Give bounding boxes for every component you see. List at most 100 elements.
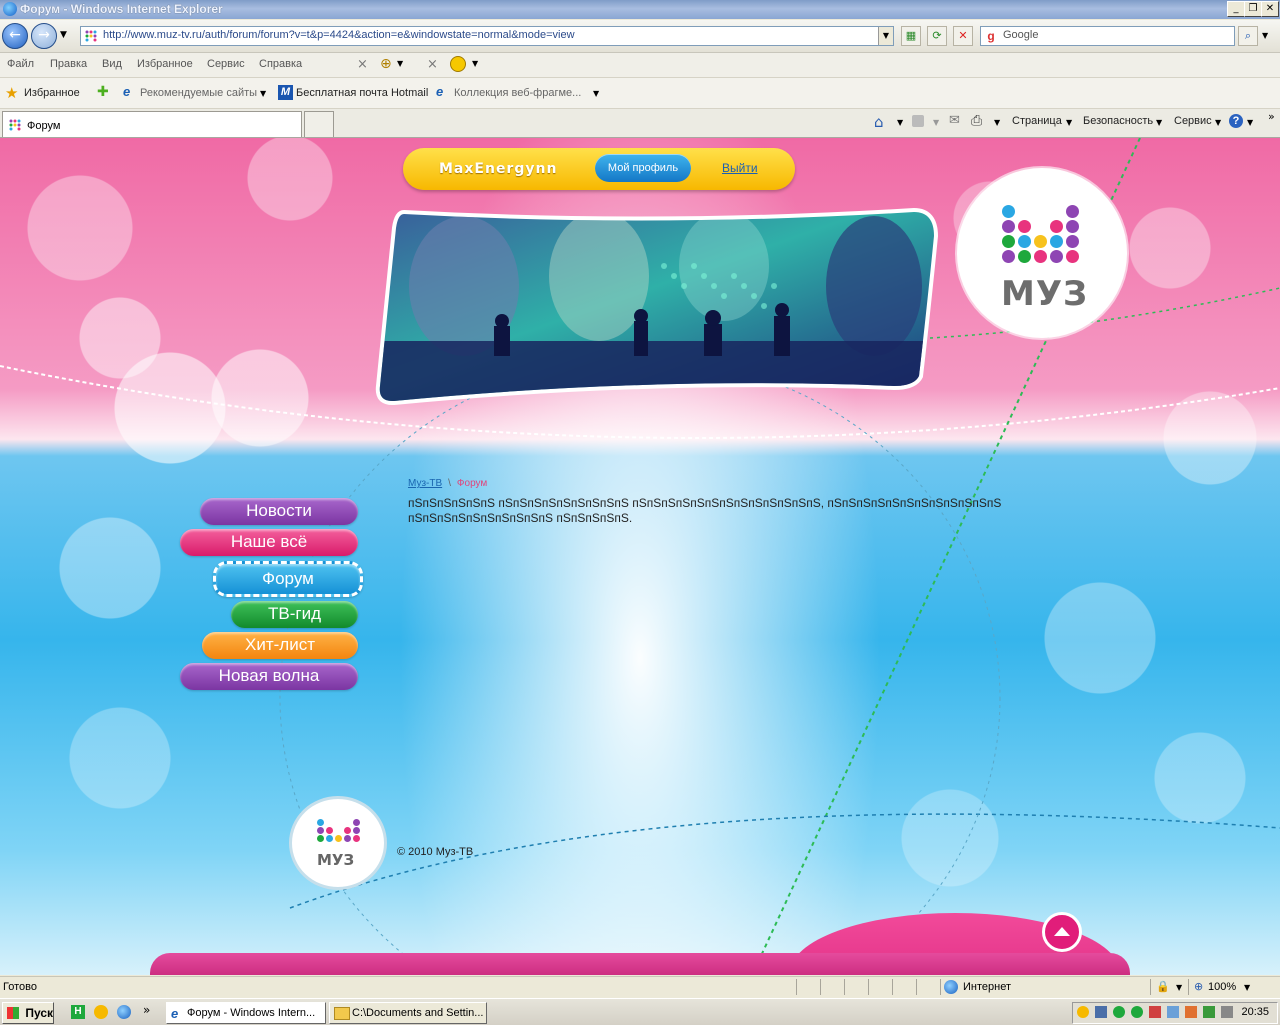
print-icon[interactable]: ⎙: [971, 113, 982, 129]
tray-icon[interactable]: [1203, 1006, 1215, 1018]
search-options-icon[interactable]: ▼: [1262, 31, 1268, 40]
feeds-icon[interactable]: [912, 115, 924, 127]
chevron-down-icon[interactable]: ▼: [1215, 118, 1221, 127]
breadcrumb-home-link[interactable]: Муз-ТВ: [408, 478, 442, 489]
globe-icon[interactable]: ⊕: [380, 56, 392, 72]
nav-hit-list[interactable]: Хит-лист: [202, 632, 358, 659]
search-icon[interactable]: ⌕: [1238, 26, 1258, 46]
chevron-down-icon[interactable]: ▼: [897, 118, 903, 127]
forward-button[interactable]: →: [31, 23, 57, 49]
menu-file[interactable]: Файл: [7, 58, 34, 70]
chevron-down-icon[interactable]: ▼: [260, 89, 266, 98]
breadcrumb-current: Форум: [456, 478, 488, 489]
mail-icon[interactable]: ✉: [949, 113, 960, 128]
menu-favorites[interactable]: Избранное: [137, 58, 193, 70]
footer-logo[interactable]: МУЗ: [289, 796, 387, 890]
nav-tv-guide[interactable]: ТВ-гид: [231, 601, 358, 628]
start-button[interactable]: Пуск: [2, 1002, 54, 1024]
new-tab-button[interactable]: [304, 111, 334, 137]
logo-dot: [1066, 250, 1079, 263]
nav-forum[interactable]: Форум: [213, 561, 363, 597]
quicklaunch-ie-icon[interactable]: [117, 1005, 131, 1019]
chevron-down-icon[interactable]: ▼: [1176, 983, 1182, 992]
logo-dot: [1002, 235, 1015, 248]
close-toolbar-icon[interactable]: ×: [427, 57, 438, 72]
menu-help[interactable]: Справка: [259, 58, 302, 70]
chevron-down-icon[interactable]: ▼: [1156, 118, 1162, 127]
close-toolbar-icon[interactable]: ×: [357, 57, 368, 72]
nav-nashe-vse[interactable]: Наше всё: [180, 529, 358, 556]
favorites-button[interactable]: Избранное: [24, 87, 80, 99]
addon-icon[interactable]: [450, 56, 466, 72]
logo-dot: [1018, 220, 1031, 233]
nav-new-wave[interactable]: Новая волна: [180, 663, 358, 690]
tray-icon[interactable]: [1113, 1006, 1125, 1018]
close-button[interactable]: ✕: [1261, 1, 1279, 17]
logout-link[interactable]: Выйти: [722, 161, 758, 175]
safety-menu[interactable]: Безопасность: [1083, 115, 1153, 127]
chevron-down-icon[interactable]: ▼: [1244, 983, 1250, 992]
muz-logo[interactable]: МУЗ: [957, 168, 1127, 338]
menu-view[interactable]: Вид: [102, 58, 122, 70]
chevron-down-icon[interactable]: ▼: [472, 59, 478, 68]
logo-dot: [326, 827, 333, 834]
chevron-down-icon[interactable]: ▼: [1247, 118, 1253, 127]
history-dropdown-icon[interactable]: ▼: [60, 30, 67, 40]
tray-icon[interactable]: [1095, 1006, 1107, 1018]
zoom-icon[interactable]: ⊕: [1194, 980, 1203, 993]
menu-tools[interactable]: Сервис: [207, 58, 245, 70]
task-explorer[interactable]: C:\Documents and Settin...: [329, 1002, 487, 1024]
task-label: C:\Documents and Settin...: [352, 1007, 484, 1019]
help-icon[interactable]: ?: [1229, 114, 1243, 128]
quicklaunch-app-icon[interactable]: [94, 1005, 108, 1019]
tools-menu[interactable]: Сервис: [1174, 115, 1212, 127]
tray-icon[interactable]: [1149, 1006, 1161, 1018]
url-dropdown-icon[interactable]: ▼: [878, 27, 893, 45]
refresh-icon[interactable]: ⟳: [927, 26, 947, 46]
chevron-down-icon[interactable]: ▼: [397, 59, 403, 68]
minimize-button[interactable]: _: [1227, 1, 1245, 17]
scroll-top-button[interactable]: [1042, 912, 1082, 952]
fav-hotmail[interactable]: Бесплатная почта Hotmail: [296, 87, 428, 99]
stop-icon[interactable]: ✕: [953, 26, 973, 46]
status-divider: [916, 979, 917, 995]
fav-web-slices[interactable]: Коллекция веб-фрагме...: [454, 87, 581, 99]
page-menu[interactable]: Страница: [1012, 115, 1062, 127]
search-input[interactable]: g Google: [980, 26, 1235, 46]
hotmail-icon: M: [278, 85, 293, 100]
back-button[interactable]: ←: [2, 23, 28, 49]
status-divider: [892, 979, 893, 995]
maximize-button[interactable]: ❐: [1244, 1, 1262, 17]
start-label: Пуск: [25, 1006, 53, 1020]
url-input[interactable]: http://www.muz-tv.ru/auth/forum/forum?v=…: [80, 26, 894, 46]
tray-icon[interactable]: [1077, 1006, 1089, 1018]
menu-edit[interactable]: Правка: [50, 58, 87, 70]
tray-icon[interactable]: [1185, 1006, 1197, 1018]
home-icon[interactable]: ⌂: [874, 113, 884, 131]
site-favicon-icon: [85, 30, 97, 42]
favorites-bar: ★ Избранное ✚ e Рекомендуемые сайты ▼ M …: [0, 78, 1280, 109]
quicklaunch-app-icon[interactable]: H: [71, 1005, 85, 1019]
chevron-down-icon[interactable]: ▼: [593, 89, 599, 98]
chevron-down-icon[interactable]: ▼: [933, 118, 939, 127]
user-bar: MaxEnergynn Мой профиль Выйти: [403, 148, 795, 190]
tab-bar: Форум ⌂ ▼ ▼ ✉ ⎙ ▼ Страница ▼ Безопасност…: [0, 109, 1280, 138]
compat-view-icon[interactable]: ▦: [901, 26, 921, 46]
fav-suggested-sites[interactable]: Рекомендуемые сайты: [140, 87, 257, 99]
tray-icon[interactable]: [1131, 1006, 1143, 1018]
tab-forum[interactable]: Форум: [2, 111, 302, 137]
zoom-level[interactable]: 100%: [1208, 981, 1236, 993]
task-ie-forum[interactable]: e Форум - Windows Intern...: [166, 1002, 326, 1024]
tray-icon[interactable]: [1221, 1006, 1233, 1018]
logo-dot: [1002, 250, 1015, 263]
quicklaunch-more-icon[interactable]: »: [143, 1003, 150, 1017]
nav-news[interactable]: Новости: [200, 498, 358, 525]
my-profile-button[interactable]: Мой профиль: [595, 154, 691, 182]
chevron-down-icon[interactable]: ▼: [1066, 118, 1072, 127]
logo-dot: [344, 835, 351, 842]
more-tools-icon[interactable]: »: [1268, 110, 1275, 123]
protected-mode-icon[interactable]: 🔒: [1156, 980, 1170, 993]
tray-icon[interactable]: [1167, 1006, 1179, 1018]
chevron-down-icon[interactable]: ▼: [994, 118, 1000, 127]
add-favorite-icon[interactable]: ✚: [97, 84, 109, 100]
